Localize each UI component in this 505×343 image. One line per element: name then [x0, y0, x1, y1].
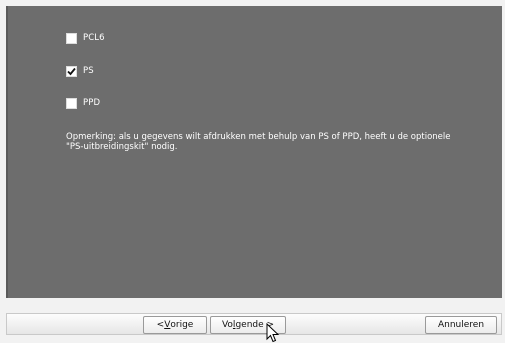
option-ppd[interactable]: PPD	[66, 96, 100, 110]
content-panel: PCL6 PS PPD Opmerking: als u gegevens wi…	[6, 6, 502, 298]
checkmark-icon	[67, 67, 76, 75]
note-text: Opmerking: als u gegevens wilt afdrukken…	[66, 132, 451, 152]
ps-checkbox[interactable]	[66, 65, 77, 77]
option-label: PCL6	[83, 33, 105, 43]
option-ps[interactable]: PS	[66, 64, 94, 78]
back-button[interactable]: < Vorige	[143, 316, 207, 334]
button-bar: < Vorige Vo l gende > Annuleren	[6, 313, 502, 335]
installer-window: PCL6 PS PPD Opmerking: als u gegevens wi…	[0, 0, 505, 343]
next-button-prefix: Vo	[221, 320, 233, 330]
back-button-prefix: <	[156, 320, 165, 330]
pcl6-checkbox[interactable]	[66, 32, 77, 44]
cancel-button[interactable]: Annuleren	[425, 316, 497, 334]
option-label: PPD	[83, 98, 101, 108]
back-button-label: orige	[170, 320, 194, 330]
option-label: PS	[83, 66, 94, 76]
option-pcl6[interactable]: PCL6	[66, 31, 105, 45]
ppd-checkbox[interactable]	[66, 97, 77, 109]
mouse-cursor-icon	[266, 323, 280, 343]
